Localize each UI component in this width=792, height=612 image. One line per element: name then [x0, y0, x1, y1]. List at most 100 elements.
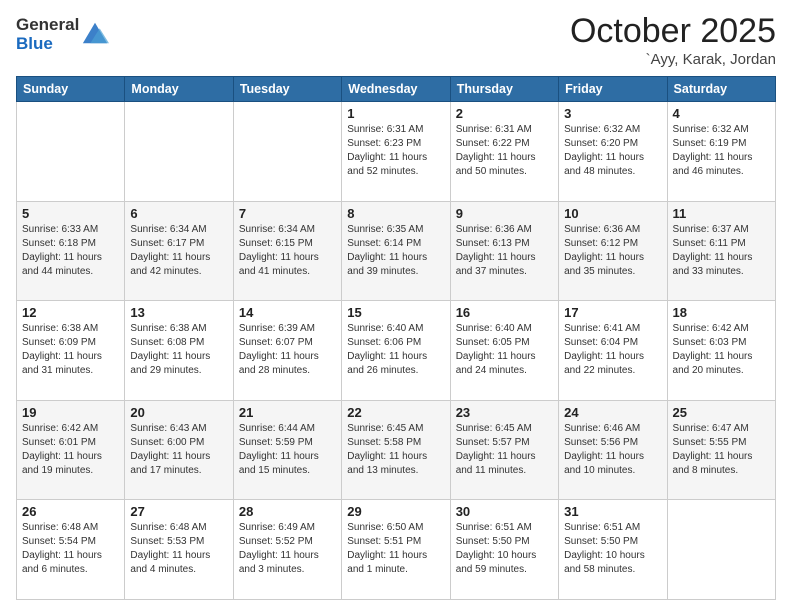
day-number: 29: [347, 504, 444, 519]
calendar-cell: 25Sunrise: 6:47 AMSunset: 5:55 PMDayligh…: [667, 400, 775, 500]
col-header-wednesday: Wednesday: [342, 77, 450, 102]
calendar-cell: [667, 500, 775, 600]
calendar-cell: 7 Sunrise: 6:34 AMSunset: 6:15 PMDaylight…: [233, 201, 341, 301]
day-info: Sunrise: 6:46 AMSunset: 5:56 PMDaylight:…: [564, 422, 661, 478]
header: General Blue October 2025 `Ayy, Karak, J…: [16, 12, 776, 68]
logo-general: General: [16, 16, 79, 35]
day-info: Sunrise: 6:51 AMSunset: 5:50 PMDaylight:…: [456, 521, 553, 577]
calendar-cell: 18 Sunrise: 6:42 AMSunset: 6:03 PMDayligh…: [667, 301, 775, 401]
day-number: 5: [22, 206, 119, 221]
logo-blue: Blue: [16, 35, 79, 54]
day-info: Sunrise: 6:36 AMSunset: 6:12 PMDaylight:…: [564, 223, 661, 279]
calendar-cell: 23 Sunrise: 6:45 AMSunset: 5:57 PMDayligh…: [450, 400, 558, 500]
calendar-cell: 26Sunrise: 6:48 AMSunset: 5:54 PMDayligh…: [17, 500, 125, 600]
day-info: Sunrise: 6:32 AMSunset: 6:19 PMDaylight:…: [673, 123, 770, 179]
calendar-cell: 31Sunrise: 6:51 AMSunset: 5:50 PMDayligh…: [559, 500, 667, 600]
day-info: Sunrise: 6:41 AMSunset: 6:04 PMDaylight:…: [564, 322, 661, 378]
calendar-cell: [17, 102, 125, 202]
day-info: Sunrise: 6:38 AMSunset: 6:09 PMDaylight:…: [22, 322, 119, 378]
calendar-cell: 24 Sunrise: 6:46 AMSunset: 5:56 PMDayligh…: [559, 400, 667, 500]
day-number: 18: [673, 305, 770, 320]
day-number: 24: [564, 405, 661, 420]
day-info: Sunrise: 6:36 AMSunset: 6:13 PMDaylight:…: [456, 223, 553, 279]
day-number: 10: [564, 206, 661, 221]
day-info: Sunrise: 6:44 AMSunset: 5:59 PMDaylight:…: [239, 422, 336, 478]
day-info: Sunrise: 6:42 AMSunset: 6:03 PMDaylight:…: [673, 322, 770, 378]
page: General Blue October 2025 `Ayy, Karak, J…: [0, 0, 792, 612]
calendar-cell: 16 Sunrise: 6:40 AMSunset: 6:05 PMDayligh…: [450, 301, 558, 401]
day-info: Sunrise: 6:42 AMSunset: 6:01 PMDaylight:…: [22, 422, 119, 478]
day-number: 21: [239, 405, 336, 420]
day-number: 8: [347, 206, 444, 221]
day-number: 7: [239, 206, 336, 221]
calendar-cell: 2 Sunrise: 6:31 AMSunset: 6:22 PMDaylight…: [450, 102, 558, 202]
calendar-cell: [233, 102, 341, 202]
calendar-cell: 3 Sunrise: 6:32 AMSunset: 6:20 PMDaylight…: [559, 102, 667, 202]
day-number: 23: [456, 405, 553, 420]
calendar-cell: 8 Sunrise: 6:35 AMSunset: 6:14 PMDaylight…: [342, 201, 450, 301]
day-number: 2: [456, 106, 553, 121]
calendar-cell: 19 Sunrise: 6:42 AMSunset: 6:01 PMDayligh…: [17, 400, 125, 500]
calendar-cell: 11 Sunrise: 6:37 AMSunset: 6:11 PMDayligh…: [667, 201, 775, 301]
day-info: Sunrise: 6:50 AMSunset: 5:51 PMDaylight:…: [347, 521, 444, 577]
calendar-cell: 15 Sunrise: 6:40 AMSunset: 6:06 PMDayligh…: [342, 301, 450, 401]
calendar-cell: 10 Sunrise: 6:36 AMSunset: 6:12 PMDayligh…: [559, 201, 667, 301]
title-block: October 2025 `Ayy, Karak, Jordan: [570, 12, 776, 68]
location: `Ayy, Karak, Jordan: [570, 51, 776, 68]
day-info: Sunrise: 6:39 AMSunset: 6:07 PMDaylight:…: [239, 322, 336, 378]
calendar-table: SundayMondayTuesdayWednesdayThursdayFrid…: [16, 76, 776, 600]
calendar-cell: 12Sunrise: 6:38 AMSunset: 6:09 PMDayligh…: [17, 301, 125, 401]
month-title: October 2025: [570, 12, 776, 51]
day-number: 13: [130, 305, 227, 320]
logo: General Blue: [16, 16, 109, 53]
day-info: Sunrise: 6:45 AMSunset: 5:57 PMDaylight:…: [456, 422, 553, 478]
day-info: Sunrise: 6:35 AMSunset: 6:14 PMDaylight:…: [347, 223, 444, 279]
col-header-sunday: Sunday: [17, 77, 125, 102]
day-info: Sunrise: 6:45 AMSunset: 5:58 PMDaylight:…: [347, 422, 444, 478]
calendar-cell: 21 Sunrise: 6:44 AMSunset: 5:59 PMDayligh…: [233, 400, 341, 500]
day-number: 16: [456, 305, 553, 320]
calendar-cell: 29 Sunrise: 6:50 AMSunset: 5:51 PMDayligh…: [342, 500, 450, 600]
day-number: 3: [564, 106, 661, 121]
col-header-thursday: Thursday: [450, 77, 558, 102]
day-number: 11: [673, 206, 770, 221]
logo-icon: [81, 19, 109, 47]
calendar-cell: 17Sunrise: 6:41 AMSunset: 6:04 PMDayligh…: [559, 301, 667, 401]
col-header-friday: Friday: [559, 77, 667, 102]
day-info: Sunrise: 6:40 AMSunset: 6:05 PMDaylight:…: [456, 322, 553, 378]
calendar-cell: 22Sunrise: 6:45 AMSunset: 5:58 PMDayligh…: [342, 400, 450, 500]
day-info: Sunrise: 6:31 AMSunset: 6:22 PMDaylight:…: [456, 123, 553, 179]
calendar-cell: [125, 102, 233, 202]
col-header-saturday: Saturday: [667, 77, 775, 102]
day-number: 28: [239, 504, 336, 519]
day-number: 26: [22, 504, 119, 519]
day-number: 4: [673, 106, 770, 121]
day-number: 9: [456, 206, 553, 221]
day-info: Sunrise: 6:34 AMSunset: 6:17 PMDaylight:…: [130, 223, 227, 279]
day-number: 20: [130, 405, 227, 420]
day-info: Sunrise: 6:43 AMSunset: 6:00 PMDaylight:…: [130, 422, 227, 478]
day-number: 19: [22, 405, 119, 420]
day-info: Sunrise: 6:48 AMSunset: 5:53 PMDaylight:…: [130, 521, 227, 577]
day-number: 31: [564, 504, 661, 519]
day-info: Sunrise: 6:38 AMSunset: 6:08 PMDaylight:…: [130, 322, 227, 378]
day-number: 30: [456, 504, 553, 519]
calendar-cell: 20 Sunrise: 6:43 AMSunset: 6:00 PMDayligh…: [125, 400, 233, 500]
calendar-cell: 27Sunrise: 6:48 AMSunset: 5:53 PMDayligh…: [125, 500, 233, 600]
day-number: 15: [347, 305, 444, 320]
day-info: Sunrise: 6:40 AMSunset: 6:06 PMDaylight:…: [347, 322, 444, 378]
calendar-cell: 14Sunrise: 6:39 AMSunset: 6:07 PMDayligh…: [233, 301, 341, 401]
calendar-cell: 6 Sunrise: 6:34 AMSunset: 6:17 PMDaylight…: [125, 201, 233, 301]
day-number: 6: [130, 206, 227, 221]
day-info: Sunrise: 6:37 AMSunset: 6:11 PMDaylight:…: [673, 223, 770, 279]
day-number: 1: [347, 106, 444, 121]
day-info: Sunrise: 6:32 AMSunset: 6:20 PMDaylight:…: [564, 123, 661, 179]
day-number: 25: [673, 405, 770, 420]
calendar-cell: 13 Sunrise: 6:38 AMSunset: 6:08 PMDayligh…: [125, 301, 233, 401]
calendar-cell: 9 Sunrise: 6:36 AMSunset: 6:13 PMDaylight…: [450, 201, 558, 301]
day-info: Sunrise: 6:49 AMSunset: 5:52 PMDaylight:…: [239, 521, 336, 577]
calendar-cell: 5Sunrise: 6:33 AMSunset: 6:18 PMDaylight…: [17, 201, 125, 301]
calendar-cell: 28 Sunrise: 6:49 AMSunset: 5:52 PMDayligh…: [233, 500, 341, 600]
calendar-cell: 4 Sunrise: 6:32 AMSunset: 6:19 PMDaylight…: [667, 102, 775, 202]
day-info: Sunrise: 6:34 AMSunset: 6:15 PMDaylight:…: [239, 223, 336, 279]
